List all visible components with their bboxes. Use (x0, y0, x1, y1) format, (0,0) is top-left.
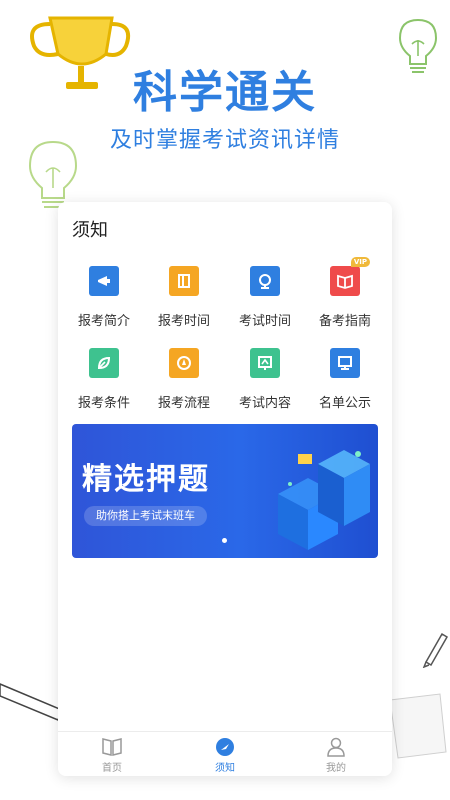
grid-label: 报考流程 (157, 396, 210, 411)
vip-badge: VIP (350, 257, 370, 267)
banner-title: 精选押题 (82, 462, 210, 497)
grid-item-public-list[interactable]: 名单公示 (309, 348, 381, 411)
grid-item-exam-time[interactable]: 考试时间 (229, 266, 301, 329)
notice-card: 须知 报考简介 报考时间 考试时间 VIP 备考指南 报考条件 报考流程 考试内… (58, 202, 392, 776)
book-icon (169, 266, 199, 296)
grid-item-registration-time[interactable]: 报考时间 (148, 266, 220, 329)
pencil-icon (422, 632, 449, 668)
grid-label: 报考条件 (77, 396, 130, 411)
person-icon (327, 737, 345, 757)
bottom-tab-bar: 首页 须知 我的 (58, 731, 392, 776)
tab-mine[interactable]: 我的 (306, 736, 366, 774)
grid-item-registration-process[interactable]: 报考流程 (148, 348, 220, 411)
grid-label: 名单公示 (318, 396, 371, 411)
page-title: 科学通关 (133, 67, 317, 118)
leaf-icon (89, 348, 119, 378)
chart-board-icon (250, 348, 280, 378)
compass-icon (216, 738, 234, 756)
tab-notice[interactable]: 须知 (195, 736, 255, 774)
tab-label: 我的 (326, 763, 346, 774)
isometric-building-illustration (278, 450, 370, 550)
grid-label: 报考简介 (77, 314, 130, 329)
grid-item-registration-intro[interactable]: 报考简介 (68, 266, 140, 329)
grid-label: 报考时间 (157, 314, 210, 329)
banner-tagline: 助你搭上考试末班车 (84, 506, 207, 526)
page-subtitle: 及时掌握考试资讯详情 (109, 128, 340, 153)
open-book-icon: VIP (330, 257, 370, 296)
monitor-icon (330, 348, 360, 378)
grid-label: 考试内容 (238, 396, 291, 411)
tab-label: 首页 (102, 763, 122, 774)
globe-icon (250, 266, 280, 296)
grid-item-eligibility[interactable]: 报考条件 (68, 348, 140, 411)
megaphone-icon (89, 266, 119, 296)
tab-home[interactable]: 首页 (82, 736, 142, 774)
tab-label: 须知 (215, 763, 235, 774)
compass-icon (169, 348, 199, 378)
grid-item-exam-content[interactable]: 考试内容 (229, 348, 301, 411)
grid-item-study-guide[interactable]: VIP 备考指南 (309, 257, 381, 329)
card-title: 须知 (72, 220, 108, 241)
carousel-indicator (222, 538, 227, 543)
grid-label: 考试时间 (238, 314, 291, 329)
home-book-icon (102, 738, 122, 756)
promo-banner[interactable]: 精选押题 助你搭上考试末班车 (72, 424, 378, 558)
grid-label: 备考指南 (318, 314, 371, 329)
